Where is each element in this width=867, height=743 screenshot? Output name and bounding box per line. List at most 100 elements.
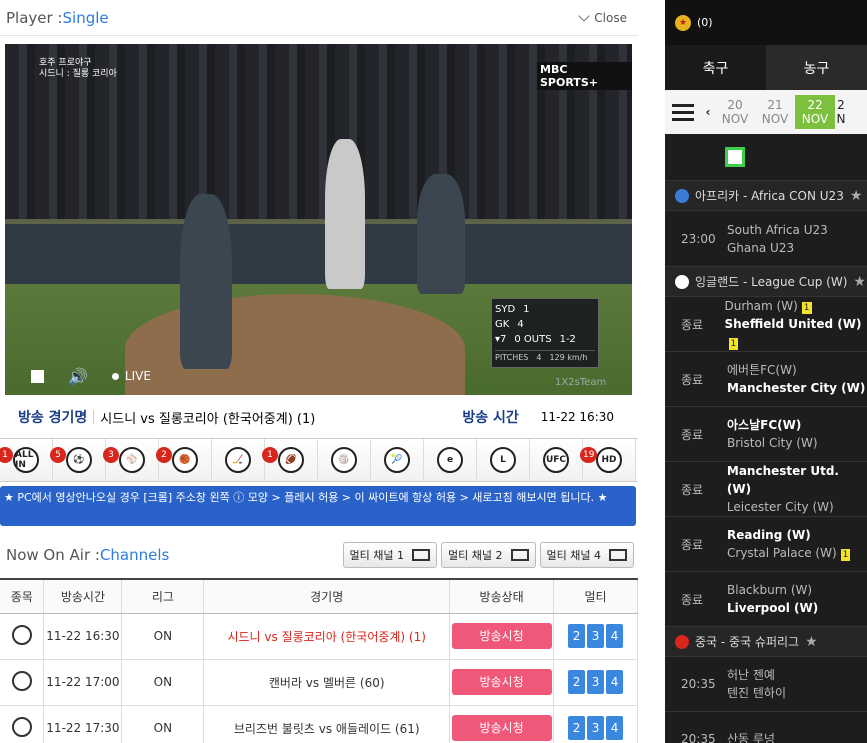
home-team: Manchester Utd. (W) bbox=[726, 464, 839, 496]
sport-filter-volleyball[interactable]: 🏐 bbox=[318, 439, 371, 481]
date-item[interactable]: 2N bbox=[835, 98, 847, 126]
star-icon[interactable]: ★ bbox=[850, 188, 863, 204]
multi-channel-4-button[interactable]: 멀티 채널 4 bbox=[539, 542, 634, 568]
notice-banner: ★ PC에서 영상안나오실 경우 [크롬] 주소창 왼쪽 ⓘ 모양 > 플레시 … bbox=[0, 486, 636, 526]
sport-filter-all-in[interactable]: ALL IN 1 bbox=[0, 439, 53, 481]
match-row[interactable]: 20:35 허난 젠예 텐진 텐하이 bbox=[665, 656, 867, 711]
coins-value: (0) bbox=[697, 16, 713, 29]
sport-filter-soccer[interactable]: ⚽ 5 bbox=[50, 439, 106, 481]
lol-icon: L bbox=[490, 447, 516, 473]
away-team: Liverpool (W) bbox=[727, 601, 819, 615]
star-icon[interactable]: ★ bbox=[853, 274, 866, 290]
player-mode: Single bbox=[62, 8, 109, 27]
hockey-icon: 🏒 bbox=[225, 447, 251, 473]
table-row[interactable]: 11-22 17:30 ON 브리즈번 불릿츠 vs 애들레이드 (61) 방송시청 2… bbox=[0, 705, 638, 743]
tab-soccer[interactable]: 축구 bbox=[665, 45, 766, 90]
watch-button[interactable]: 방송시청 bbox=[451, 623, 552, 649]
sport-filter-lol[interactable]: L bbox=[477, 439, 530, 481]
match-row[interactable]: 종료 아스날FC(W) Bristol City (W) bbox=[665, 406, 867, 461]
multi-button[interactable]: 2 bbox=[568, 624, 586, 648]
game-label: 방송 경기명 bbox=[18, 410, 88, 426]
match-row[interactable]: 20:35 산동 루넝 bbox=[665, 711, 867, 743]
match-time: 종료 bbox=[681, 427, 704, 442]
video-caption: 호주 프로야구 시드니 : 질롱 코리아 bbox=[39, 58, 117, 79]
date-selector: ‹ 20 NOV 21 NOV 22 NOV 2N bbox=[665, 90, 867, 134]
multi-button[interactable]: 3 bbox=[587, 716, 605, 740]
close-button[interactable]: Close bbox=[578, 9, 627, 25]
league-name: 중국 - 중국 슈퍼리그 bbox=[695, 635, 800, 649]
baseball-icon bbox=[11, 716, 32, 737]
sport-filter-basketball[interactable]: 🏀 2 bbox=[156, 439, 212, 481]
layers-icon bbox=[725, 147, 745, 167]
volume-icon[interactable]: 🔊 bbox=[68, 367, 88, 386]
home-team: Blackburn (W) bbox=[727, 583, 813, 597]
prev-date-arrow[interactable]: ‹ bbox=[701, 105, 715, 119]
home-team: 허난 젠예 bbox=[727, 668, 775, 682]
count-badge: 2 bbox=[156, 447, 172, 463]
match-row[interactable]: 23:00 South Africa U23 Ghana U23 bbox=[665, 210, 867, 266]
stop-icon[interactable] bbox=[31, 369, 44, 383]
sport-filter-baseball[interactable]: ⚾ 3 bbox=[103, 439, 159, 481]
match-row[interactable]: 종료 Manchester Utd. (W) Leicester City (W) bbox=[665, 461, 867, 516]
now-on-air-label: Channels bbox=[99, 546, 170, 564]
baseball-icon bbox=[11, 624, 32, 645]
video-player[interactable]: 호주 프로야구 시드니 : 질롱 코리아 MBC SPORTS+ SYD 1 GK 4… bbox=[5, 44, 632, 395]
card-badge: 1 bbox=[840, 549, 851, 561]
player-title-prefix: Player : bbox=[6, 8, 63, 27]
match-time: 종료 bbox=[681, 372, 704, 387]
home-team: South Africa U23 bbox=[727, 222, 828, 237]
multi-button[interactable]: 3 bbox=[587, 624, 605, 648]
league-header[interactable]: 아프리카 - Africa CON U23 ★ bbox=[665, 180, 867, 210]
sport-cell bbox=[0, 613, 45, 660]
multi-channel-1-button[interactable]: 멀티 채널 1 bbox=[342, 542, 438, 568]
watch-button[interactable]: 방송시청 bbox=[451, 715, 552, 741]
table-row[interactable]: 11-22 16:30 ON 시드니 vs 질롱코리아 (한국어중계) (1) 방송시… bbox=[0, 613, 638, 660]
sport-filter-bar: ALL IN 1 ⚽ 5 ⚾ 3 🏀 2 🏒 🏈 1 🏐 🎾 e L UFC HD 19 bbox=[0, 438, 638, 482]
sport-filter-tennis[interactable]: 🎾 bbox=[371, 439, 424, 481]
view-toggle[interactable] bbox=[665, 134, 867, 180]
sport-filter-hockey[interactable]: 🏒 bbox=[212, 439, 265, 481]
flag-icon bbox=[675, 188, 689, 203]
date-item-selected[interactable]: 22 NOV bbox=[795, 95, 835, 129]
basketball-icon: 🏀 bbox=[172, 447, 198, 473]
time-cell: 11-22 16:30 bbox=[43, 613, 123, 660]
league-header[interactable]: 중국 - 중국 슈퍼리그 ★ bbox=[665, 626, 867, 656]
star-icon[interactable]: ★ bbox=[805, 634, 818, 650]
multi-button[interactable]: 3 bbox=[587, 670, 605, 694]
home-team: Reading (W) bbox=[727, 528, 811, 542]
date-item[interactable]: 21 NOV bbox=[755, 98, 795, 126]
home-team: 아스날FC(W) bbox=[727, 418, 802, 432]
match-row[interactable]: 종료 Blackburn (W) Liverpool (W) bbox=[665, 571, 867, 626]
sport-filter-esports[interactable]: e bbox=[424, 439, 477, 481]
scores-panel: ★ (0) 축구 농구 ‹ 20 NOV 21 NOV 22 NOV 2N 아프리카 … bbox=[665, 0, 867, 743]
match-row[interactable]: 종료 Reading (W) Crystal Palace (W) 1 bbox=[665, 516, 867, 571]
time-cell: 11-22 17:00 bbox=[43, 659, 123, 706]
count-badge: 19 bbox=[580, 447, 598, 463]
menu-icon[interactable] bbox=[665, 103, 701, 121]
multi-button[interactable]: 4 bbox=[606, 624, 624, 648]
column-header: 방송상태 bbox=[449, 578, 555, 614]
multi-button[interactable]: 4 bbox=[606, 716, 624, 740]
sport-filter-football[interactable]: 🏈 1 bbox=[262, 439, 318, 481]
multi-channel-2-button[interactable]: 멀티 채널 2 bbox=[441, 542, 536, 568]
table-row[interactable]: 11-22 17:00 ON 캔버라 vs 멜버른 (60) 방송시청 2 3 4 bbox=[0, 659, 638, 706]
sport-filter-ufc[interactable]: UFC bbox=[530, 439, 583, 481]
quad-screen-icon bbox=[609, 549, 627, 561]
match-row[interactable]: 종료 에버튼FC(W) Manchester City (W) bbox=[665, 351, 867, 406]
league-header[interactable]: 잉글랜드 - League Cup (W) ★ bbox=[665, 266, 867, 296]
date-item[interactable]: 20 NOV bbox=[715, 98, 755, 126]
sport-cell bbox=[0, 705, 45, 743]
multi-button[interactable]: 2 bbox=[568, 716, 586, 740]
close-label: Close bbox=[594, 10, 627, 25]
multi-button[interactable]: 2 bbox=[568, 670, 586, 694]
crown-icon: ★ bbox=[675, 14, 691, 31]
multi-button[interactable]: 4 bbox=[606, 670, 624, 694]
card-badge: 1 bbox=[801, 302, 812, 314]
tab-basketball[interactable]: 농구 bbox=[766, 45, 867, 90]
column-header: 멀티 bbox=[553, 578, 638, 614]
watch-button[interactable]: 방송시청 bbox=[451, 669, 552, 695]
player-panel: Player : Single Close 호주 프로야구 시드니 : 질롱 코리… bbox=[0, 0, 638, 743]
sport-filter-hd[interactable]: HD 19 bbox=[580, 439, 636, 481]
count-badge: 1 bbox=[262, 447, 278, 463]
match-row[interactable]: 종료 Durham (W) 1 Sheffield United (W)1 bbox=[665, 296, 867, 351]
